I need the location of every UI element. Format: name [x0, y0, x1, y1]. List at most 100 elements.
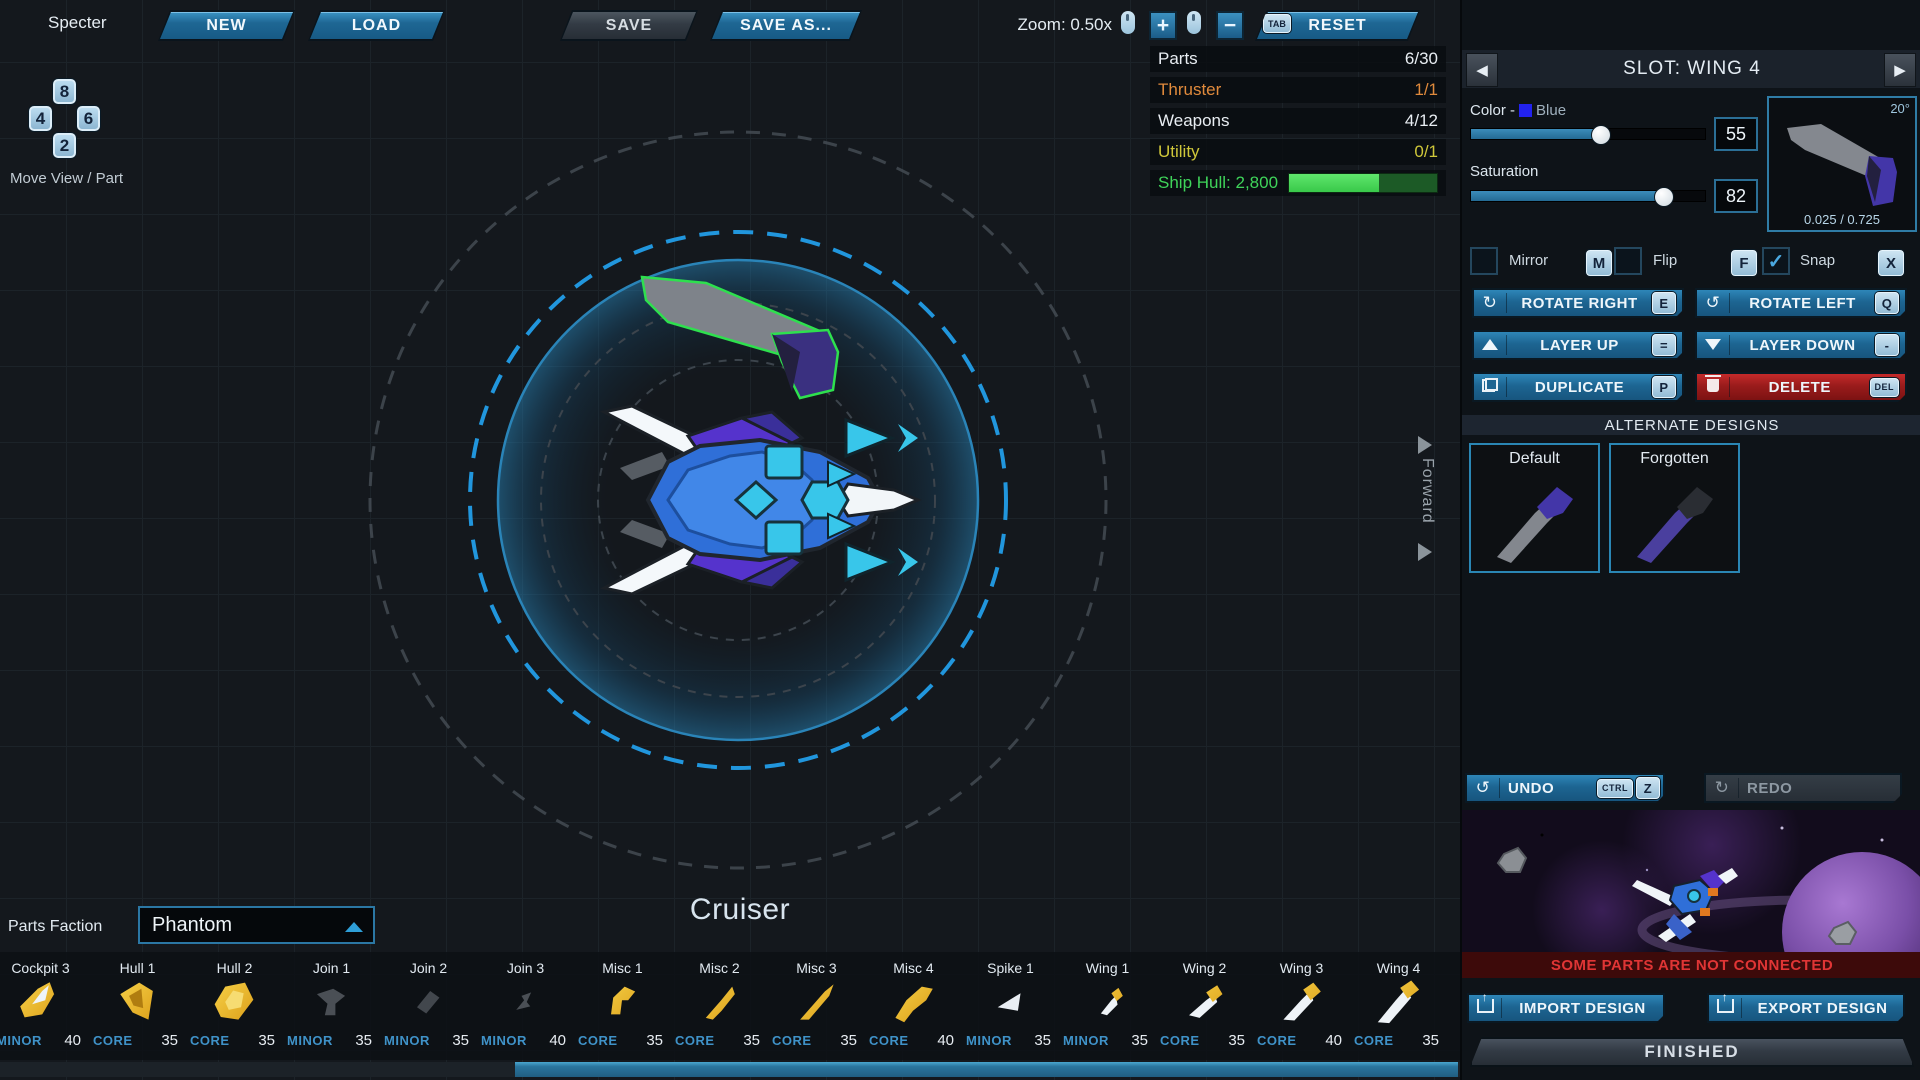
part-hull2[interactable]: Hull 2 CORE35	[186, 952, 283, 1052]
part-icon	[406, 980, 450, 1024]
parts-scrollbar-track[interactable]	[0, 1062, 1460, 1077]
mirror-label: Mirror	[1509, 252, 1548, 269]
stats-rows: Parts6/30 Thruster1/1 Weapons4/12 Utilit…	[1150, 46, 1446, 165]
mouse-scroll-down-icon	[1187, 11, 1201, 34]
slot-prev-button[interactable]: ◀	[1466, 53, 1498, 87]
import-design-button[interactable]: IMPORT DESIGN	[1467, 993, 1665, 1023]
key-up-badge: 8	[53, 79, 76, 104]
export-icon	[1717, 999, 1734, 1013]
saturation-value-box[interactable]: 82	[1714, 179, 1758, 213]
tab-key-badge: TAB	[1263, 14, 1291, 33]
part-misc4[interactable]: Misc 4 CORE40	[865, 952, 962, 1052]
part-join2[interactable]: Join 2 MINOR35	[380, 952, 477, 1052]
alternate-designs-header: ALTERNATE DESIGNS	[1462, 415, 1920, 435]
part-wing4[interactable]: Wing 4 CORE35	[1350, 952, 1447, 1052]
hull-value: 2,800	[1236, 173, 1279, 192]
color-value-box[interactable]: 55	[1714, 117, 1758, 151]
space-scene	[1462, 810, 1920, 952]
save-as-button[interactable]: SAVE AS...	[710, 10, 862, 41]
design-tile-forgotten[interactable]: Forgotten	[1609, 443, 1740, 573]
part-join1[interactable]: Join 1 MINOR35	[283, 952, 380, 1052]
mirror-key-badge: M	[1586, 250, 1612, 276]
stat-row: Thruster1/1	[1150, 77, 1446, 103]
mirror-checkbox[interactable]: ✓	[1470, 247, 1498, 275]
parts-faction-dropdown[interactable]: Phantom	[138, 906, 375, 944]
flip-key-badge: F	[1731, 250, 1757, 276]
mouse-scroll-up-icon	[1121, 11, 1135, 34]
hull-bar-fill	[1289, 174, 1379, 192]
stat-row: Parts6/30	[1150, 46, 1446, 72]
duplicate-icon	[1482, 378, 1498, 392]
ship-editor: Cruiser Forward Specter NEW LOAD SAVE SA…	[0, 0, 1920, 1080]
part-misc2[interactable]: Misc 2 CORE35	[671, 952, 768, 1052]
ship-name: Specter	[48, 13, 107, 33]
undo-button[interactable]: ↺ UNDO CTRL Z	[1465, 773, 1665, 803]
layer-down-key-badge: -	[1875, 334, 1899, 356]
part-cockpit3[interactable]: Cockpit 3 MINOR40	[0, 952, 89, 1052]
part-misc1[interactable]: Misc 1 CORE35	[574, 952, 671, 1052]
rotate-cw-icon: ↻	[1474, 293, 1507, 313]
part-join3[interactable]: Join 3 MINOR40	[477, 952, 574, 1052]
part-misc3[interactable]: Misc 3 CORE35	[768, 952, 865, 1052]
color-slider[interactable]	[1470, 128, 1706, 140]
redo-icon: ↻	[1706, 778, 1739, 798]
part-wing3[interactable]: Wing 3 CORE40	[1253, 952, 1350, 1052]
import-icon	[1477, 999, 1494, 1013]
flip-checkbox[interactable]: ✓	[1614, 247, 1642, 275]
part-preview-box: 20° 0.025 / 0.725	[1767, 96, 1917, 232]
zoom-level-label: Zoom: 0.50x	[1002, 15, 1112, 35]
parts-scrollbar-thumb[interactable]	[515, 1062, 1458, 1077]
design-tile-default[interactable]: Default	[1469, 443, 1600, 573]
rotate-left-button[interactable]: ↺ ROTATE LEFT Q	[1695, 288, 1907, 318]
saturation-slider[interactable]	[1470, 190, 1706, 202]
part-panel: SLOT: WING 4 ◀ ▶ Color -Blue 55 Saturati…	[1460, 0, 1920, 1080]
part-icon	[600, 980, 644, 1024]
duplicate-key-badge: P	[1652, 376, 1676, 398]
snap-checkbox[interactable]: ✓	[1762, 247, 1790, 275]
rotate-right-button[interactable]: ↻ ROTATE RIGHT E	[1472, 288, 1684, 318]
rotate-left-key-badge: Q	[1875, 292, 1899, 314]
part-wing1[interactable]: Wing 1 MINOR35	[1059, 952, 1156, 1052]
layer-down-icon	[1705, 339, 1721, 350]
slot-title: SLOT: WING 4	[1462, 50, 1920, 88]
part-icon	[1279, 980, 1323, 1024]
part-icon	[1376, 980, 1420, 1024]
part-preview-image	[1769, 110, 1915, 220]
rotate-right-key-badge: E	[1652, 292, 1676, 314]
forward-arrow-icon	[1418, 436, 1432, 454]
part-icon	[794, 980, 838, 1024]
redo-button[interactable]: ↻ REDO	[1704, 773, 1902, 803]
stat-row: Weapons4/12	[1150, 108, 1446, 134]
new-button[interactable]: NEW	[158, 10, 295, 41]
left-arrow-icon: ◀	[1476, 61, 1488, 79]
load-button[interactable]: LOAD	[308, 10, 445, 41]
saturation-label: Saturation	[1470, 163, 1538, 180]
layer-up-key-badge: =	[1652, 334, 1676, 356]
zoom-out-button[interactable]: −	[1216, 11, 1244, 40]
part-spike1[interactable]: Spike 1 MINOR35	[962, 952, 1059, 1052]
delete-button[interactable]: DELETE DEL	[1695, 372, 1907, 402]
layer-up-button[interactable]: LAYER UP =	[1472, 330, 1684, 360]
trash-icon	[1707, 379, 1719, 392]
export-design-button[interactable]: EXPORT DESIGN	[1707, 993, 1905, 1023]
forward-arrow-icon	[1418, 543, 1432, 561]
save-button[interactable]: SAVE	[560, 10, 698, 41]
ship-sprite	[604, 406, 918, 594]
hull-row: Ship Hull: 2,800	[1150, 170, 1446, 196]
chevron-up-icon	[345, 922, 363, 932]
reset-view-button[interactable]: RESET TAB	[1255, 10, 1420, 41]
layer-down-button[interactable]: LAYER DOWN -	[1695, 330, 1907, 360]
key-left-badge: 4	[29, 106, 52, 131]
finished-button[interactable]: FINISHED	[1470, 1037, 1914, 1067]
zoom-in-button[interactable]: +	[1149, 11, 1177, 40]
hull-label: Ship Hull:	[1158, 173, 1231, 192]
part-icon	[1085, 980, 1129, 1024]
slot-next-button[interactable]: ▶	[1884, 53, 1916, 87]
duplicate-button[interactable]: DUPLICATE P	[1472, 372, 1684, 402]
part-wing2[interactable]: Wing 2 CORE35	[1156, 952, 1253, 1052]
part-icon	[212, 980, 256, 1024]
ctrl-key-badge: CTRL	[1597, 779, 1633, 798]
parts-list: Cockpit 3 MINOR40 Hull 1 CORE35 Hull 2 C…	[0, 952, 1460, 1060]
rotate-ccw-icon: ↺	[1697, 293, 1730, 313]
part-hull1[interactable]: Hull 1 CORE35	[89, 952, 186, 1052]
